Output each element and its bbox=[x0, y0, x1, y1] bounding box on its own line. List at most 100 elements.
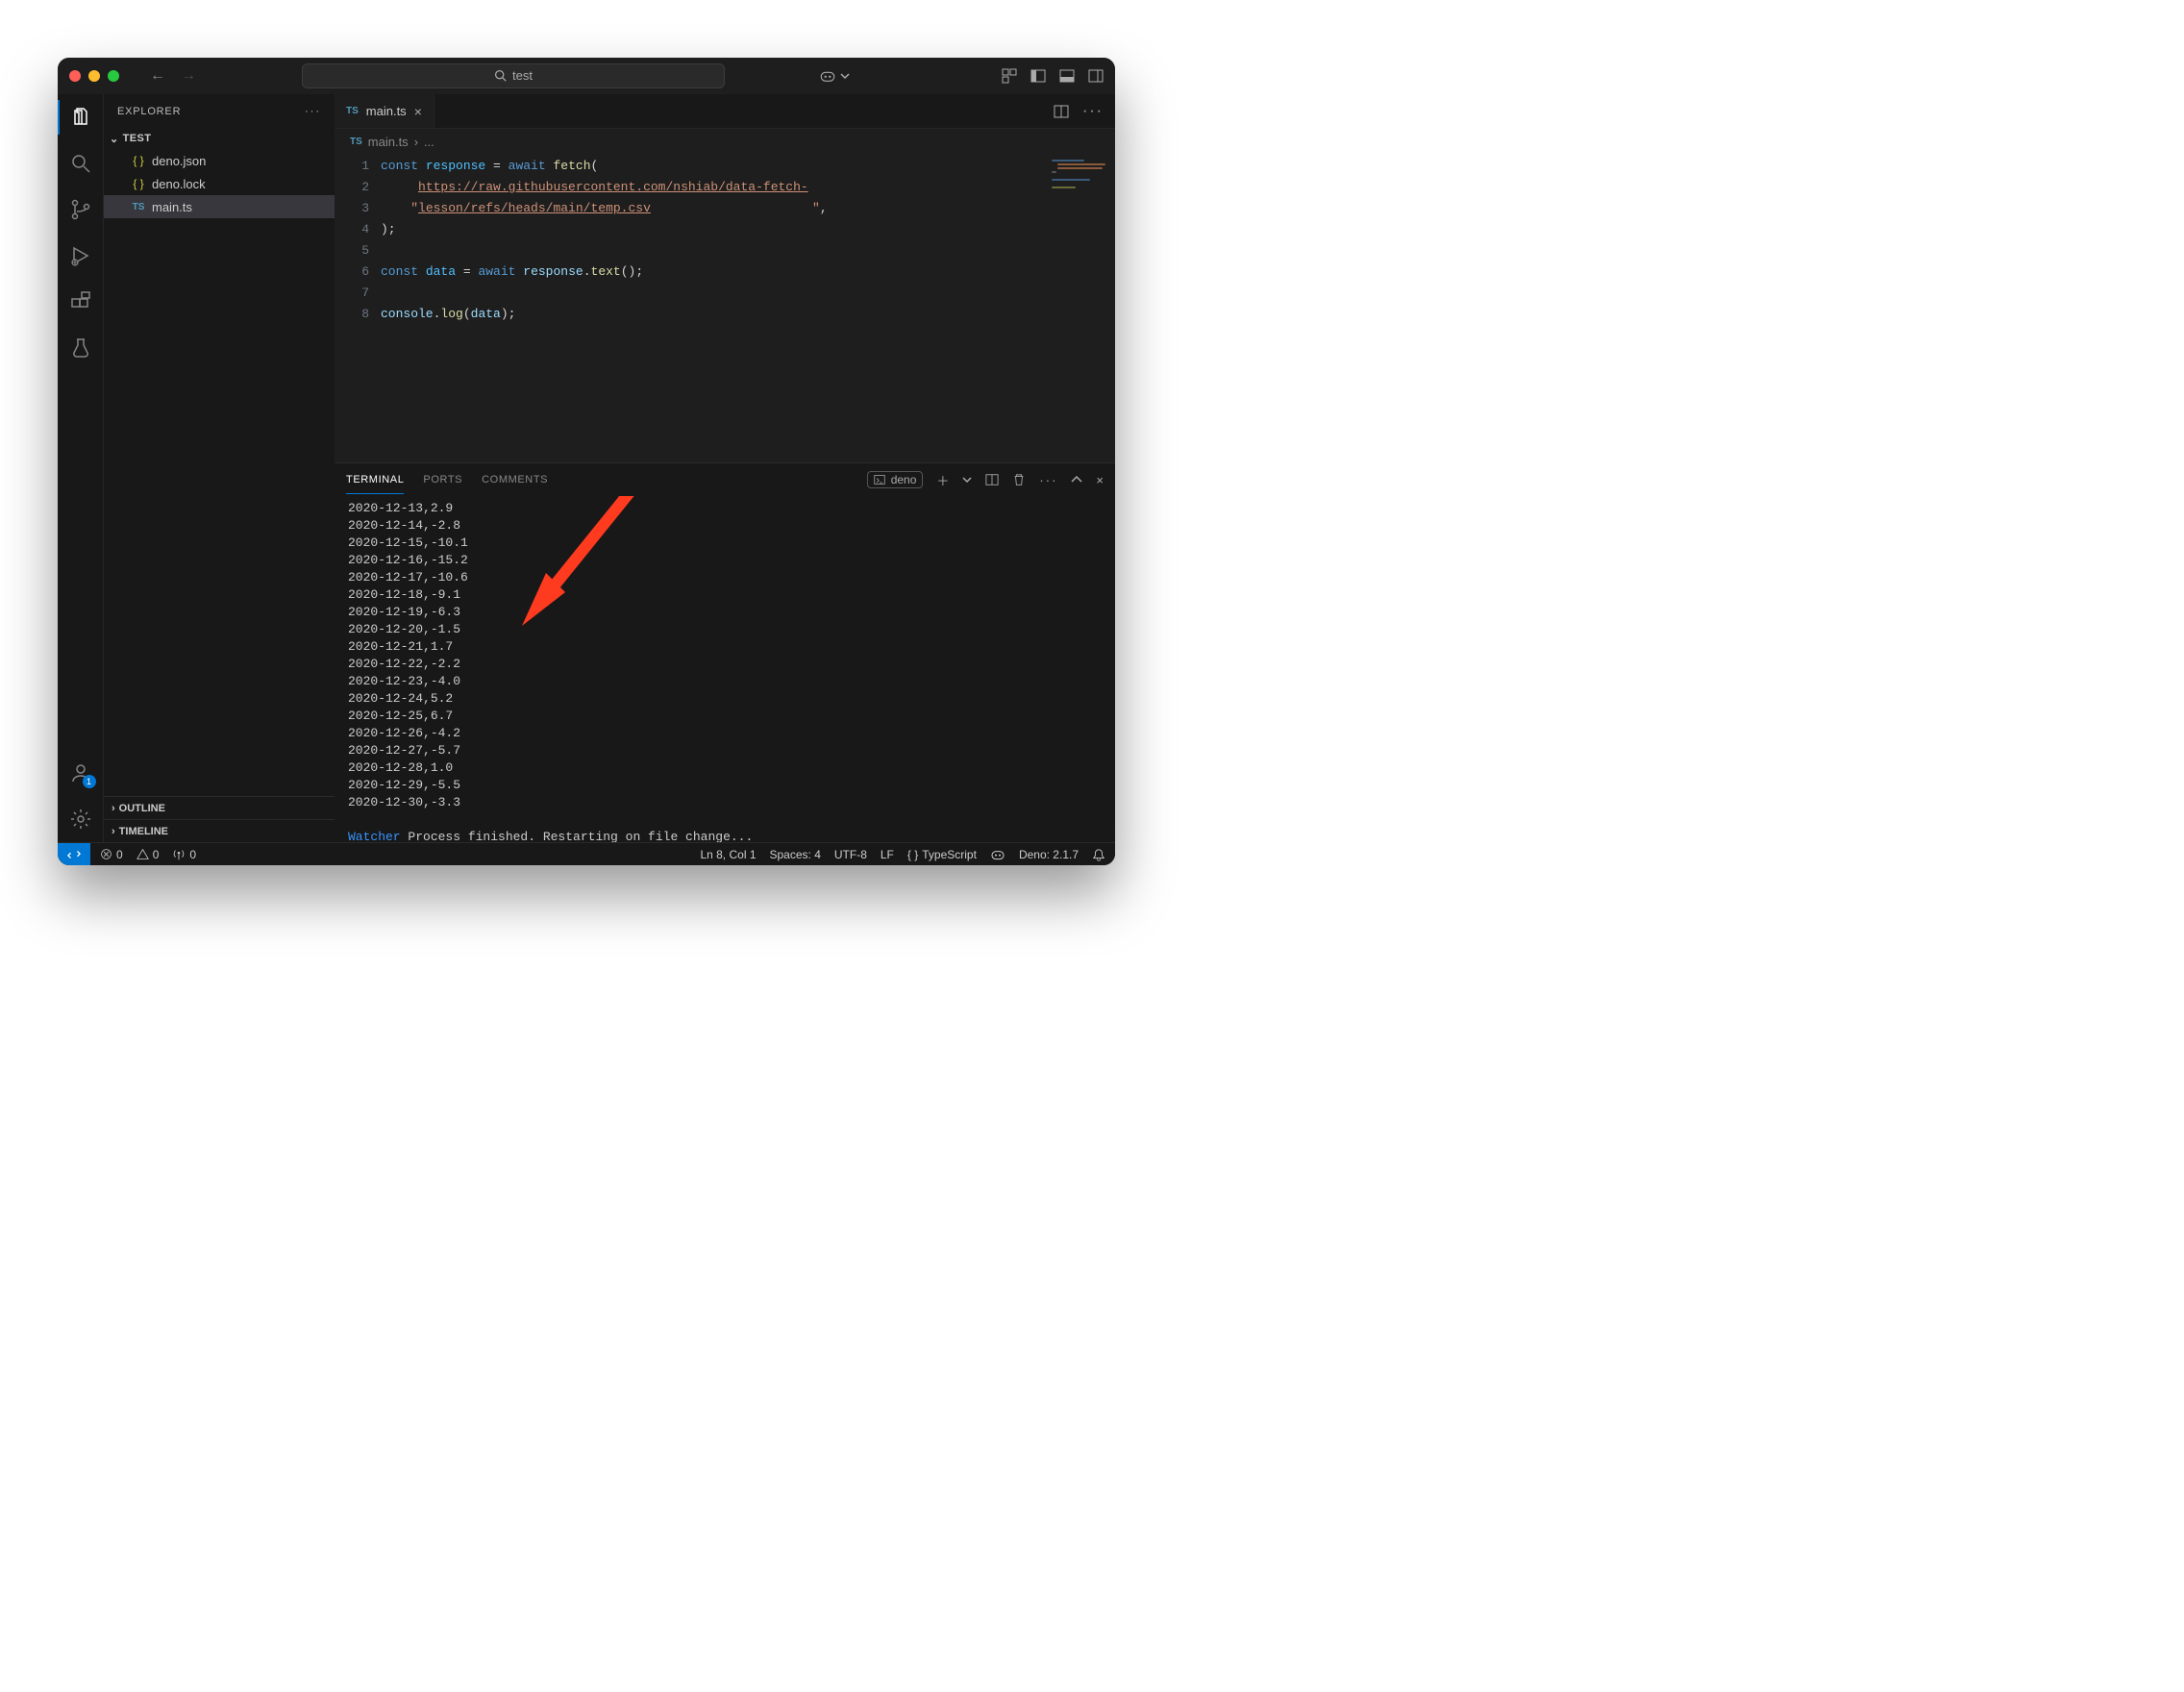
kill-terminal-icon[interactable] bbox=[1012, 473, 1026, 486]
toggle-panel-icon[interactable] bbox=[1059, 68, 1075, 84]
term-line: 2020-12-23,-4.0 bbox=[348, 674, 460, 688]
maximize-panel-icon[interactable] bbox=[1071, 474, 1082, 485]
term-line: 2020-12-28,1.0 bbox=[348, 760, 453, 775]
ts-file-icon: TS bbox=[346, 106, 359, 116]
source-control-icon[interactable] bbox=[67, 196, 94, 223]
status-copilot-icon[interactable] bbox=[990, 847, 1005, 862]
file-item-deno-lock[interactable]: { } deno.lock bbox=[104, 172, 335, 195]
close-panel-icon[interactable]: × bbox=[1096, 473, 1104, 487]
status-deno-version[interactable]: Deno: 2.1.7 bbox=[1019, 848, 1079, 861]
tab-label: main.ts bbox=[366, 104, 407, 118]
panel-tab-comments[interactable]: COMMENTS bbox=[482, 466, 548, 493]
maximize-window-button[interactable] bbox=[108, 70, 119, 82]
file-item-main-ts[interactable]: TS main.ts bbox=[104, 195, 335, 218]
nav-back-button[interactable]: ← bbox=[150, 67, 165, 85]
terminal-profile-label[interactable]: deno bbox=[867, 471, 924, 488]
term-line: 2020-12-18,-9.1 bbox=[348, 587, 460, 602]
status-notifications-icon[interactable] bbox=[1092, 848, 1105, 861]
file-name: deno.json bbox=[152, 154, 206, 168]
editor-column: TS main.ts × ··· TS main.ts › ... 1 2 bbox=[335, 94, 1115, 842]
status-left: 0 0 0 bbox=[90, 848, 206, 861]
more-actions-icon[interactable]: ··· bbox=[1082, 103, 1104, 120]
term-line: 2020-12-21,1.7 bbox=[348, 639, 453, 654]
status-cursor-position[interactable]: Ln 8, Col 1 bbox=[700, 848, 756, 861]
search-activity-icon[interactable] bbox=[67, 150, 94, 177]
term-line: 2020-12-19,-6.3 bbox=[348, 605, 460, 619]
status-right: Ln 8, Col 1 Spaces: 4 UTF-8 LF { } TypeS… bbox=[690, 847, 1115, 862]
term-line: 2020-12-16,-15.2 bbox=[348, 553, 468, 567]
status-encoding[interactable]: UTF-8 bbox=[834, 848, 867, 861]
search-text: test bbox=[512, 68, 533, 83]
activity-bar: 1 bbox=[58, 94, 104, 842]
term-line: 2020-12-15,-10.1 bbox=[348, 535, 468, 550]
file-name: main.ts bbox=[152, 200, 192, 214]
status-errors[interactable]: 0 bbox=[100, 848, 123, 861]
split-terminal-icon[interactable] bbox=[985, 473, 999, 486]
panel-tab-terminal[interactable]: TERMINAL bbox=[346, 466, 404, 494]
code-area[interactable]: const response = await fetch( "https://r… bbox=[381, 154, 1048, 462]
annotation-arrow-icon bbox=[512, 496, 657, 640]
command-center-search[interactable]: test bbox=[302, 63, 725, 88]
chevron-down-icon bbox=[840, 71, 850, 81]
nav-arrows: ← → bbox=[150, 67, 196, 85]
file-item-deno-json[interactable]: { } deno.json bbox=[104, 149, 335, 172]
outline-section[interactable]: › OUTLINE bbox=[104, 796, 335, 819]
minimap[interactable] bbox=[1048, 154, 1115, 462]
editor-tab-bar: TS main.ts × ··· bbox=[335, 94, 1115, 129]
panel-actions: deno ＋ ··· × bbox=[867, 471, 1104, 489]
layout-customize-icon[interactable] bbox=[1002, 68, 1017, 84]
close-window-button[interactable] bbox=[69, 70, 81, 82]
chevron-right-icon: › bbox=[112, 803, 115, 814]
term-line: 2020-12-27,-5.7 bbox=[348, 743, 460, 758]
panel-tab-ports[interactable]: PORTS bbox=[423, 466, 462, 493]
toggle-secondary-sidebar-icon[interactable] bbox=[1088, 68, 1104, 84]
copilot-icon bbox=[990, 847, 1005, 862]
settings-gear-icon[interactable] bbox=[67, 806, 94, 833]
testing-icon[interactable] bbox=[67, 335, 94, 361]
split-editor-icon[interactable] bbox=[1054, 104, 1069, 119]
accounts-icon[interactable]: 1 bbox=[67, 759, 94, 786]
status-eol[interactable]: LF bbox=[881, 848, 894, 861]
term-line: 2020-12-22,-2.2 bbox=[348, 657, 460, 671]
outline-label: OUTLINE bbox=[119, 803, 165, 814]
ts-file-icon: TS bbox=[350, 137, 362, 147]
new-terminal-icon[interactable]: ＋ bbox=[936, 471, 949, 489]
terminal-icon bbox=[874, 474, 885, 485]
tab-bar-actions: ··· bbox=[1042, 94, 1115, 128]
window-controls bbox=[69, 70, 119, 82]
panel-more-icon[interactable]: ··· bbox=[1039, 473, 1057, 487]
term-line: 2020-12-13,2.9 bbox=[348, 501, 453, 515]
term-line: 2020-12-14,-2.8 bbox=[348, 518, 460, 533]
term-line: 2020-12-30,-3.3 bbox=[348, 795, 460, 809]
extensions-icon[interactable] bbox=[67, 288, 94, 315]
copilot-menu[interactable] bbox=[819, 67, 850, 85]
timeline-section[interactable]: › TIMELINE bbox=[104, 819, 335, 842]
tab-main-ts[interactable]: TS main.ts × bbox=[335, 94, 434, 128]
term-line: 2020-12-24,5.2 bbox=[348, 691, 453, 706]
run-debug-icon[interactable] bbox=[67, 242, 94, 269]
status-indent[interactable]: Spaces: 4 bbox=[770, 848, 821, 861]
nav-forward-button[interactable]: → bbox=[181, 67, 196, 85]
status-bar: 0 0 0 Ln 8, Col 1 Spaces: 4 UTF-8 LF { }… bbox=[58, 842, 1115, 865]
explorer-icon[interactable] bbox=[67, 104, 94, 131]
breadcrumb-rest: ... bbox=[424, 135, 434, 149]
status-language[interactable]: { } TypeScript bbox=[907, 848, 977, 861]
breadcrumb[interactable]: TS main.ts › ... bbox=[335, 129, 1115, 154]
sidebar-root-folder[interactable]: ⌄ TEST bbox=[104, 128, 335, 149]
terminal-output[interactable]: 2020-12-13,2.9 2020-12-14,-2.8 2020-12-1… bbox=[335, 496, 1115, 842]
editor-body[interactable]: 1 2 3 4 5 6 7 8 const response = await f… bbox=[335, 154, 1115, 462]
root-folder-name: TEST bbox=[123, 133, 152, 144]
toggle-primary-sidebar-icon[interactable] bbox=[1030, 68, 1046, 84]
status-warnings[interactable]: 0 bbox=[136, 848, 160, 861]
timeline-label: TIMELINE bbox=[119, 826, 168, 837]
remote-indicator[interactable] bbox=[58, 843, 90, 865]
sidebar-more-icon[interactable]: ··· bbox=[305, 106, 321, 117]
breadcrumb-separator: › bbox=[414, 135, 418, 149]
accounts-badge: 1 bbox=[83, 775, 96, 788]
braces-icon: { } bbox=[907, 848, 918, 861]
terminal-dropdown-icon[interactable] bbox=[962, 475, 972, 485]
close-tab-icon[interactable]: × bbox=[414, 104, 422, 119]
status-ports[interactable]: 0 bbox=[172, 848, 196, 861]
minimize-window-button[interactable] bbox=[88, 70, 100, 82]
sidebar-title: EXPLORER bbox=[117, 106, 181, 117]
